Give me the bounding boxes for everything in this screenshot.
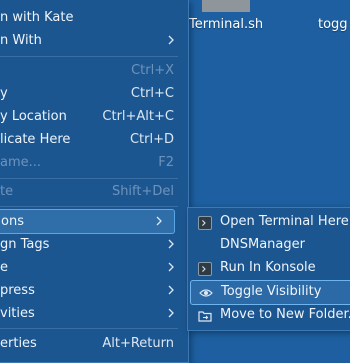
menu-item-duplicate-here[interactable]: licate Here Ctrl+D — [0, 128, 188, 151]
menu-item-delete[interactable]: te Shift+Del — [0, 180, 188, 203]
menu-item-label: gn Tags — [0, 237, 50, 252]
submenu-item-dnsmanager[interactable]: DNSManager — [188, 234, 350, 257]
menu-item-shortcut: Ctrl+Alt+C — [102, 109, 174, 124]
folder-move-icon — [198, 311, 212, 322]
file-thumbnail[interactable] — [202, 0, 250, 12]
chevron-right-icon — [168, 35, 174, 45]
menu-item-label: y — [0, 86, 8, 101]
menu-item-label: n With — [0, 33, 42, 48]
menu-separator — [0, 328, 178, 329]
menu-item-assign-tags[interactable]: gn Tags — [0, 233, 188, 256]
menu-item-cut[interactable]: Ctrl+X — [0, 59, 188, 82]
menu-item-share[interactable]: e — [0, 256, 188, 279]
menu-item-compress[interactable]: press — [0, 279, 188, 302]
menu-item-label: ons — [1, 214, 24, 229]
chevron-right-icon — [168, 262, 174, 272]
menu-item-label: n with Kate — [0, 10, 74, 25]
terminal-icon — [198, 262, 212, 276]
menu-item-rename[interactable]: ame... F2 — [0, 151, 188, 174]
eye-icon — [199, 289, 213, 297]
menu-item-shortcut: F2 — [158, 155, 174, 170]
menu-item-shortcut: Ctrl+X — [131, 63, 174, 78]
menu-item-label: y Location — [0, 109, 67, 124]
menu-item-label: licate Here — [0, 132, 71, 147]
actions-submenu: Open Terminal Here DNSManager Run In Kon… — [187, 207, 350, 331]
submenu-item-move-to-new-folder[interactable]: Move to New Folder... — [188, 304, 350, 327]
menu-item-shortcut: Ctrl+C — [130, 86, 174, 101]
submenu-item-label: DNSManager — [220, 237, 305, 252]
submenu-item-run-in-konsole[interactable]: Run In Konsole — [188, 257, 350, 280]
menu-item-shortcut: Shift+Del — [111, 184, 174, 199]
menu-item-label: erties — [0, 336, 37, 351]
menu-item-label: vities — [0, 306, 35, 321]
context-menu: n with Kate n With Ctrl+X y Ctrl+C y Loc… — [0, 0, 189, 363]
chevron-right-icon — [168, 308, 174, 318]
menu-item-label: ame... — [0, 155, 42, 170]
menu-item-properties[interactable]: erties Alt+Return — [0, 332, 188, 355]
menu-item-copy[interactable]: y Ctrl+C — [0, 82, 188, 105]
terminal-icon — [198, 216, 212, 230]
chevron-right-icon — [156, 216, 162, 226]
menu-separator — [0, 206, 178, 207]
chevron-right-icon — [168, 239, 174, 249]
desktop-file-togg[interactable]: togg — [318, 17, 348, 32]
menu-item-copy-location[interactable]: y Location Ctrl+Alt+C — [0, 105, 188, 128]
menu-item-label: e — [0, 260, 8, 275]
menu-separator — [0, 178, 178, 179]
desktop-file-terminal-sh[interactable]: Terminal.sh — [189, 17, 263, 32]
menu-item-activities[interactable]: vities — [0, 302, 188, 325]
menu-item-actions[interactable]: ons — [0, 209, 175, 234]
submenu-item-label: Run In Konsole — [220, 260, 316, 275]
menu-item-shortcut: Ctrl+D — [129, 132, 174, 147]
submenu-item-open-terminal-here[interactable]: Open Terminal Here — [188, 211, 350, 234]
chevron-right-icon — [168, 285, 174, 295]
submenu-item-toggle-visibility[interactable]: Toggle Visibility — [190, 280, 350, 305]
submenu-item-label: Toggle Visibility — [221, 284, 322, 299]
menu-separator — [0, 56, 178, 57]
menu-item-open-with[interactable]: n With — [0, 29, 188, 52]
menu-item-label: te — [0, 184, 14, 199]
submenu-item-label: Open Terminal Here — [220, 214, 349, 229]
menu-item-shortcut: Alt+Return — [102, 336, 174, 351]
submenu-item-label: Move to New Folder... — [220, 307, 350, 322]
menu-item-label: press — [0, 283, 35, 298]
menu-item-open-with-kate[interactable]: n with Kate — [0, 6, 188, 29]
